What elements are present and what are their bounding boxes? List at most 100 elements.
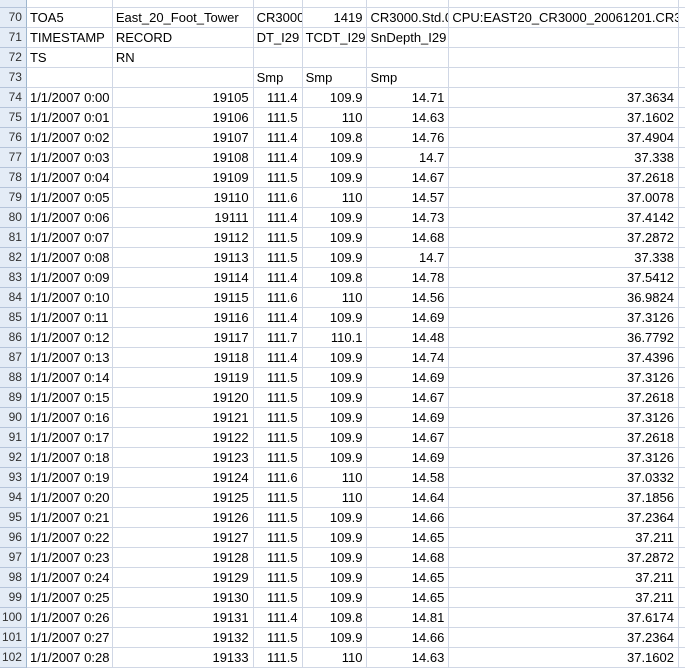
cell[interactable] — [113, 0, 254, 8]
row-header[interactable]: 76 — [0, 128, 27, 148]
cell[interactable]: 37.6174 — [449, 608, 679, 628]
cell[interactable] — [679, 188, 685, 208]
cell[interactable]: 111.7 — [254, 328, 303, 348]
cell[interactable]: Smp — [303, 68, 368, 88]
row-header[interactable]: 101 — [0, 628, 27, 648]
cell[interactable]: 19117 — [113, 328, 254, 348]
cell[interactable] — [449, 68, 679, 88]
cell[interactable]: 111.5 — [254, 388, 303, 408]
row-header[interactable]: 99 — [0, 588, 27, 608]
cell[interactable]: 14.78 — [367, 268, 449, 288]
cell[interactable]: 37.2618 — [449, 428, 679, 448]
cell[interactable]: 14.67 — [367, 428, 449, 448]
cell[interactable]: 19120 — [113, 388, 254, 408]
cell[interactable]: 110 — [303, 108, 368, 128]
cell[interactable]: 14.73 — [367, 208, 449, 228]
cell[interactable]: 37.1602 — [449, 648, 679, 668]
cell[interactable]: 19123 — [113, 448, 254, 468]
cell[interactable]: 36.9824 — [449, 288, 679, 308]
cell[interactable] — [113, 68, 254, 88]
cell[interactable] — [303, 0, 368, 8]
cell[interactable]: 111.5 — [254, 548, 303, 568]
cell[interactable]: 37.2618 — [449, 168, 679, 188]
cell[interactable]: 14.76 — [367, 128, 449, 148]
row-header[interactable]: 88 — [0, 368, 27, 388]
cell[interactable]: 19108 — [113, 148, 254, 168]
cell[interactable]: 37.4142 — [449, 208, 679, 228]
cell[interactable]: 1419 — [303, 8, 368, 28]
cell[interactable]: 14.69 — [367, 368, 449, 388]
cell[interactable]: 14.71 — [367, 88, 449, 108]
cell[interactable]: 111.5 — [254, 648, 303, 668]
cell[interactable] — [679, 388, 685, 408]
cell[interactable]: 36.7792 — [449, 328, 679, 348]
cell[interactable]: 1/1/2007 0:19 — [27, 468, 113, 488]
cell[interactable]: 37.1602 — [449, 108, 679, 128]
cell[interactable]: 1/1/2007 0:28 — [27, 648, 113, 668]
row-header[interactable]: 80 — [0, 208, 27, 228]
cell[interactable]: 111.5 — [254, 168, 303, 188]
cell[interactable]: 37.4396 — [449, 348, 679, 368]
row-header[interactable]: 78 — [0, 168, 27, 188]
row-header[interactable]: 93 — [0, 468, 27, 488]
cell[interactable]: 111.4 — [254, 148, 303, 168]
cell[interactable]: 1/1/2007 0:17 — [27, 428, 113, 448]
cell[interactable]: 37.1856 — [449, 488, 679, 508]
cell[interactable]: 14.64 — [367, 488, 449, 508]
cell[interactable]: 109.9 — [303, 568, 368, 588]
cell[interactable]: 111.5 — [254, 628, 303, 648]
cell[interactable]: Smp — [367, 68, 449, 88]
cell[interactable]: 109.9 — [303, 208, 368, 228]
cell[interactable]: 1/1/2007 0:10 — [27, 288, 113, 308]
cell[interactable]: 111.6 — [254, 288, 303, 308]
cell[interactable]: 37.3126 — [449, 368, 679, 388]
cell[interactable] — [367, 48, 449, 68]
cell[interactable]: 1/1/2007 0:06 — [27, 208, 113, 228]
cell[interactable]: 37.211 — [449, 568, 679, 588]
cell[interactable]: Smp — [254, 68, 303, 88]
cell[interactable] — [679, 28, 685, 48]
cell[interactable]: 19124 — [113, 468, 254, 488]
cell[interactable]: 14.81 — [367, 608, 449, 628]
cell[interactable] — [367, 0, 449, 8]
cell[interactable]: 109.9 — [303, 248, 368, 268]
cell[interactable]: 111.6 — [254, 188, 303, 208]
cell[interactable] — [27, 68, 113, 88]
row-header[interactable]: 97 — [0, 548, 27, 568]
cell[interactable]: 19113 — [113, 248, 254, 268]
cell[interactable]: CR3000 — [254, 8, 303, 28]
row-header[interactable]: 79 — [0, 188, 27, 208]
cell[interactable]: 19110 — [113, 188, 254, 208]
cell[interactable]: 109.8 — [303, 268, 368, 288]
cell[interactable] — [679, 408, 685, 428]
cell[interactable]: 37.2364 — [449, 628, 679, 648]
cell[interactable]: 1/1/2007 0:11 — [27, 308, 113, 328]
row-header[interactable]: 92 — [0, 448, 27, 468]
cell[interactable]: 109.9 — [303, 388, 368, 408]
cell[interactable]: 110 — [303, 468, 368, 488]
cell[interactable]: 109.9 — [303, 148, 368, 168]
cell[interactable]: 109.9 — [303, 348, 368, 368]
cell[interactable]: 111.5 — [254, 508, 303, 528]
cell[interactable]: 111.5 — [254, 528, 303, 548]
cell[interactable] — [679, 68, 685, 88]
cell[interactable] — [679, 48, 685, 68]
cell[interactable]: 1/1/2007 0:23 — [27, 548, 113, 568]
cell[interactable]: 111.4 — [254, 308, 303, 328]
cell[interactable] — [679, 168, 685, 188]
cell[interactable]: 14.58 — [367, 468, 449, 488]
cell[interactable]: 19121 — [113, 408, 254, 428]
cell[interactable]: 19119 — [113, 368, 254, 388]
cell[interactable] — [679, 228, 685, 248]
cell[interactable]: 37.2364 — [449, 508, 679, 528]
row-header[interactable]: 71 — [0, 28, 27, 48]
cell[interactable]: 1/1/2007 0:20 — [27, 488, 113, 508]
cell[interactable] — [679, 568, 685, 588]
cell[interactable]: 1/1/2007 0:14 — [27, 368, 113, 388]
row-header[interactable]: 70 — [0, 8, 27, 28]
row-header[interactable]: 98 — [0, 568, 27, 588]
cell[interactable]: 1/1/2007 0:16 — [27, 408, 113, 428]
cell[interactable] — [449, 48, 679, 68]
cell[interactable]: 19129 — [113, 568, 254, 588]
cell[interactable]: 19125 — [113, 488, 254, 508]
